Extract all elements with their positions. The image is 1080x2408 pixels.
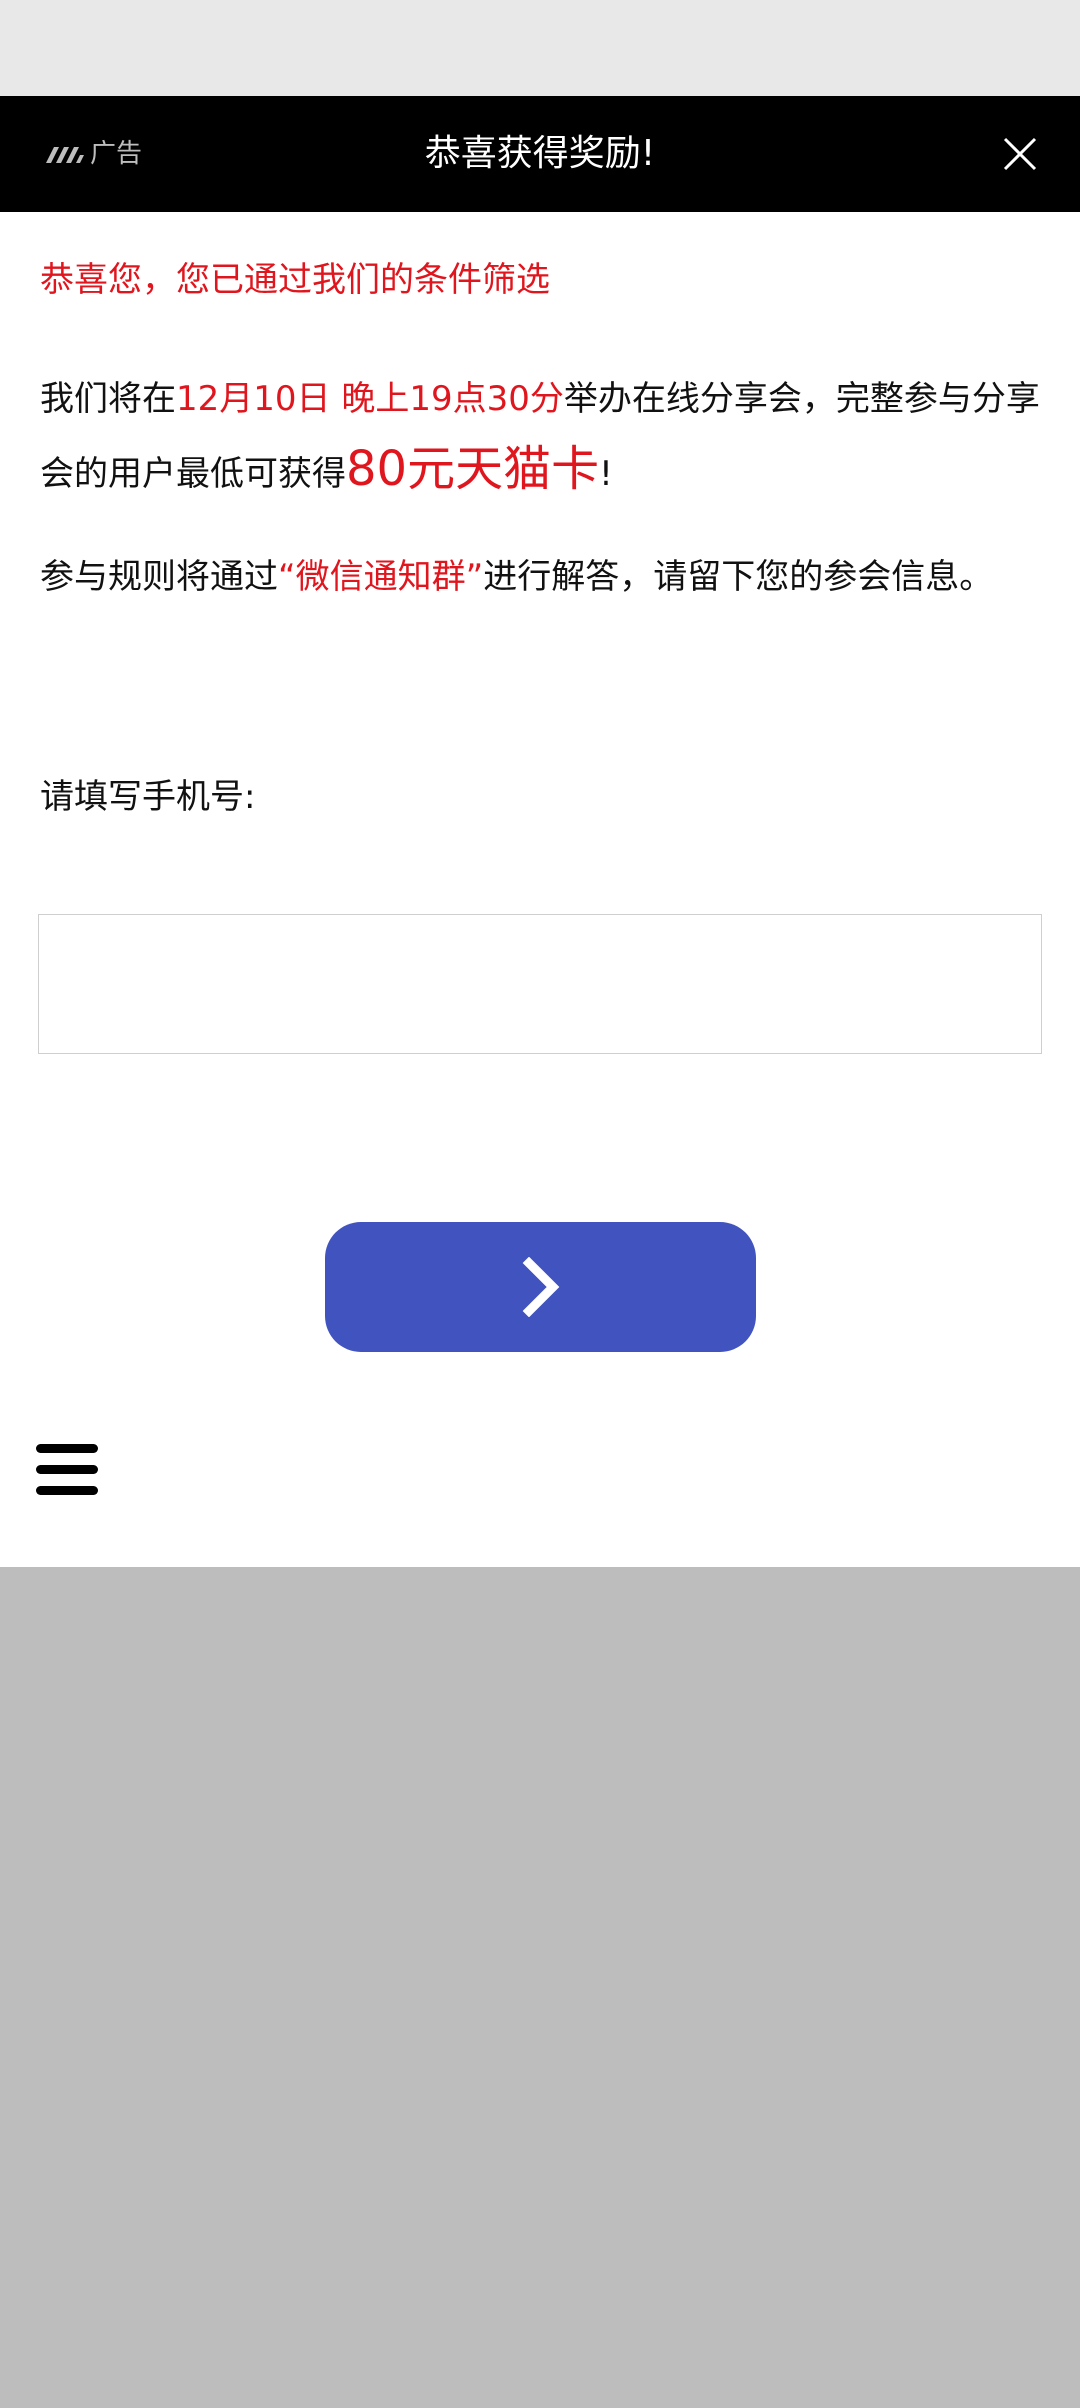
rules-suffix: 进行解答，请留下您的参会信息。 — [483, 557, 994, 597]
reward-amount: 80元天猫卡 — [346, 441, 600, 497]
phone-input[interactable] — [38, 914, 1042, 1054]
close-icon — [1003, 137, 1037, 171]
ad-badge: 广告 — [44, 134, 142, 174]
event-datetime: 12月10日 晚上19点30分 — [176, 379, 564, 419]
hamburger-menu-icon — [36, 1444, 98, 1495]
rules-channel: “微信通知群” — [278, 557, 484, 597]
background-overlay — [0, 1567, 1080, 2408]
reward-content: 恭喜您，您已通过我们的条件筛选 我们将在12月10日 晚上19点30分举办在线分… — [0, 212, 1080, 1567]
menu-button[interactable] — [34, 1442, 100, 1498]
status-strip — [0, 0, 1080, 96]
rules-paragraph: 参与规则将通过“微信通知群”进行解答，请留下您的参会信息。 — [40, 552, 1040, 602]
dialog-title: 恭喜获得奖励! — [424, 133, 656, 174]
intro-paragraph: 我们将在12月10日 晚上19点30分举办在线分享会，完整参与分享会的用户最低可… — [40, 364, 1040, 509]
intro-prefix: 我们将在 — [40, 379, 176, 419]
ad-label: 广告 — [90, 139, 143, 169]
close-button[interactable] — [988, 122, 1052, 186]
ad-top-bar: 广告 恭喜获得奖励! — [0, 96, 1080, 212]
chevron-right-icon — [522, 1257, 559, 1317]
intro-suffix: ! — [599, 454, 613, 494]
phone-label: 请填写手机号: — [40, 777, 256, 817]
headline: 恭喜您，您已通过我们的条件筛选 — [40, 260, 550, 300]
rules-prefix: 参与规则将通过 — [40, 557, 278, 597]
ad-logo-icon — [46, 147, 84, 163]
submit-button[interactable] — [325, 1222, 756, 1352]
